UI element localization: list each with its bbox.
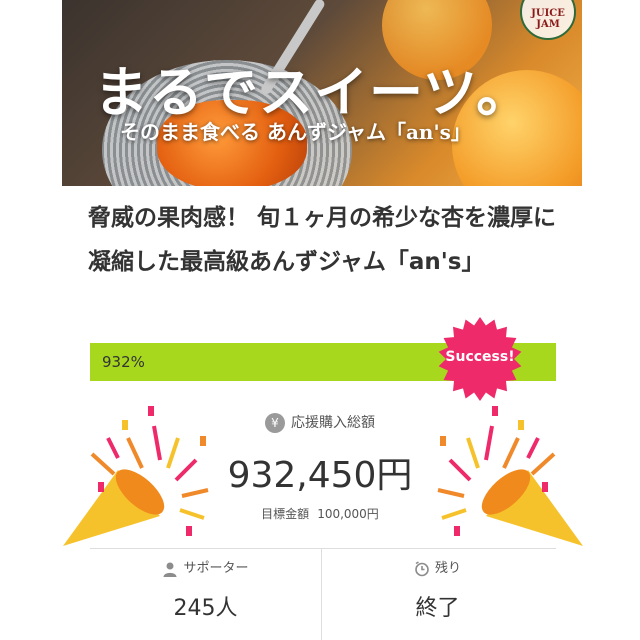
remaining-stat: 残り 終了 <box>322 558 553 622</box>
supporters-stat: サポーター 245人 <box>90 558 321 622</box>
clock-icon <box>415 560 429 576</box>
total-label: 応援購入総額 <box>291 415 375 431</box>
goal-value: 100,000円 <box>317 507 379 521</box>
hero-subtitle: そのまま食べる あんずジャム「an's」 <box>120 120 471 144</box>
divider <box>90 548 556 549</box>
total-label-row: ¥ 応援購入総額 <box>0 412 640 433</box>
brand-logo: JUICE JAM <box>520 0 576 40</box>
success-badge: Success! <box>437 316 523 402</box>
supporters-label: サポーター <box>183 561 249 576</box>
remaining-label-row: 残り <box>322 558 553 580</box>
progress-percent: 932% <box>102 353 145 371</box>
remaining-label: 残り <box>434 561 461 576</box>
hero-banner: JUICE JAM まるでスイーツ。 そのまま食べる あんずジャム「an's」 <box>62 0 582 186</box>
success-label: Success! <box>445 349 515 365</box>
yen-icon: ¥ <box>265 413 285 433</box>
remaining-value: 終了 <box>415 596 460 621</box>
supporters-label-row: サポーター <box>90 558 321 580</box>
person-icon <box>163 562 177 577</box>
supporters-count: 245人 <box>173 596 238 621</box>
project-title: 脅威の果肉感！ 旬１ヶ月の希少な杏を濃厚に凝縮した最高級あんずジャム「an's」 <box>88 205 557 275</box>
goal-row: 目標金額 100,000円 <box>0 505 640 522</box>
goal-label: 目標金額 <box>261 507 310 521</box>
total-amount: 932,450円 <box>227 455 413 496</box>
logo-text: JUICE JAM <box>531 8 565 30</box>
